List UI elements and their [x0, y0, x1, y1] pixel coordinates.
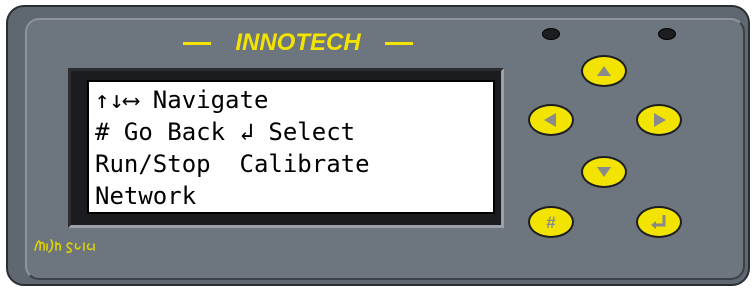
brand-logo: INNOTECH [183, 28, 413, 58]
brand-line-left [183, 42, 211, 45]
left-button[interactable] [528, 104, 574, 136]
lcd-line-network: Network [95, 182, 197, 210]
right-button[interactable] [636, 104, 682, 136]
status-led-left [542, 28, 560, 40]
enter-button[interactable] [636, 206, 682, 238]
enter-icon [651, 215, 666, 229]
lcd-screen: ↑↓⟷ Navigate # Go Back ↲ Select Run/Stop… [87, 80, 495, 214]
lcd-line-run-stop-calibrate: Run/Stop Calibrate [95, 150, 370, 178]
signature-mark [34, 239, 95, 253]
brand-line-right [385, 42, 413, 45]
lcd-line-go-back-select: # Go Back ↲ Select [95, 118, 356, 146]
lcd-line-navigate: ↑↓⟷ Navigate [95, 86, 269, 114]
hash-label: # [546, 213, 556, 232]
brand-name: INNOTECH [235, 29, 361, 56]
status-led-right [658, 28, 676, 40]
hash-button[interactable]: # [528, 206, 574, 238]
up-arrow-icon [597, 66, 611, 76]
controller-panel: INNOTECH ↑↓⟷ Navigate # Go Back ↲ Select… [0, 0, 756, 291]
down-button[interactable] [581, 156, 627, 188]
right-arrow-icon [654, 113, 666, 127]
down-arrow-icon [597, 167, 611, 177]
up-button[interactable] [581, 55, 627, 87]
left-arrow-icon [544, 113, 556, 127]
hash-icon: # [546, 213, 556, 232]
